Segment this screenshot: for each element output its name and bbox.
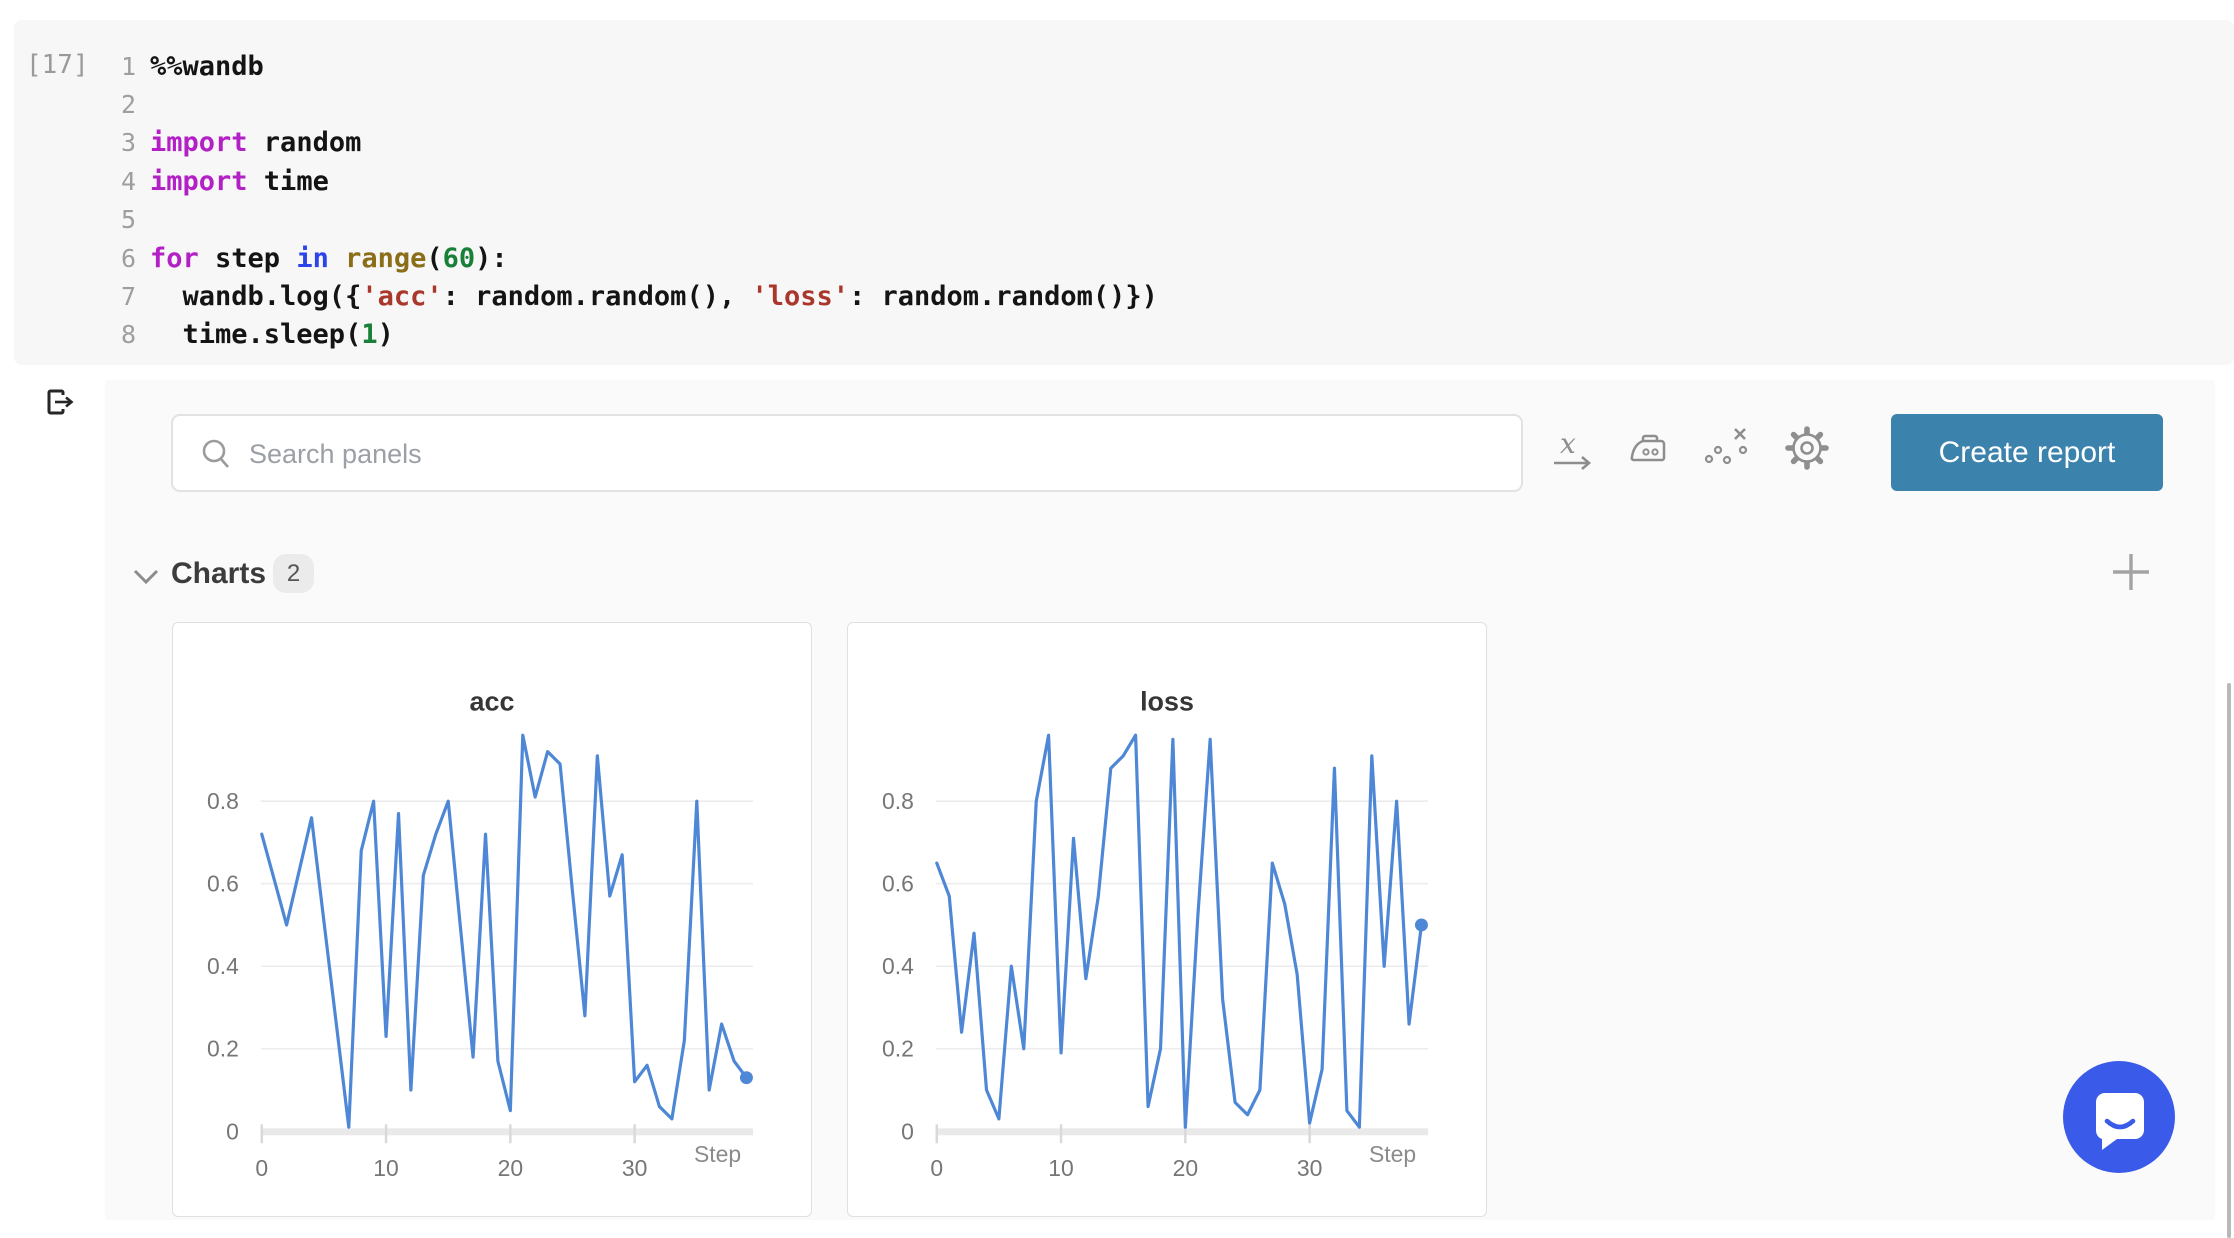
svg-text:loss: loss — [1140, 687, 1194, 717]
svg-text:30: 30 — [622, 1155, 647, 1181]
code-editor[interactable]: 1 %%wandb 2 3 import random 4 import time 5 6 for… — [14, 47, 2234, 354]
code-text: time.sleep(1) — [150, 319, 394, 350]
svg-text:0.2: 0.2 — [207, 1036, 239, 1062]
code-line: 3 import random — [14, 124, 2234, 162]
svg-text:x: x — [1560, 427, 1576, 460]
line-number: 2 — [14, 90, 136, 119]
svg-text:20: 20 — [1173, 1155, 1198, 1181]
code-text: import time — [150, 166, 329, 197]
svg-text:0.8: 0.8 — [207, 788, 239, 814]
vertical-scrollbar-thumb[interactable] — [2227, 683, 2231, 1238]
code-text: %%wandb — [150, 51, 264, 82]
chevron-down-icon[interactable] — [131, 566, 161, 586]
code-text: for step in range(60): — [150, 243, 508, 274]
chart-loss-canvas: 0 0.2 0.4 0.6 0.8 0 10 20 30 Step loss — [848, 623, 1486, 1216]
code-line: 7 wandb.log({'acc': random.random(), 'lo… — [14, 277, 2234, 315]
svg-text:30: 30 — [1297, 1155, 1322, 1181]
code-line: 4 import time — [14, 162, 2234, 200]
add-panel-icon[interactable] — [2109, 550, 2153, 594]
svg-text:10: 10 — [373, 1155, 398, 1181]
search-panels-box[interactable] — [171, 414, 1523, 492]
code-line: 6 for step in range(60): — [14, 239, 2234, 277]
code-line: 5 — [14, 201, 2234, 239]
svg-text:Step: Step — [1369, 1141, 1416, 1167]
svg-text:20: 20 — [498, 1155, 523, 1181]
code-text: wandb.log({'acc': random.random(), 'loss… — [150, 281, 1158, 312]
code-cell[interactable]: [17] 1%%wandb23import random4import time… — [14, 20, 2234, 365]
svg-text:0.8: 0.8 — [882, 788, 914, 814]
search-panels-input[interactable] — [247, 416, 1491, 492]
code-line: 8 time.sleep(1) — [14, 316, 2234, 354]
line-number: 6 — [14, 244, 136, 273]
svg-text:0.4: 0.4 — [882, 953, 914, 979]
chat-bubble-icon — [2063, 1061, 2175, 1173]
line-number: 8 — [14, 320, 136, 349]
svg-text:0.4: 0.4 — [207, 953, 239, 979]
svg-text:0: 0 — [901, 1118, 914, 1144]
line-number: 4 — [14, 167, 136, 196]
chat-bubble-button[interactable] — [2063, 1061, 2175, 1173]
code-line: 1 %%wandb — [14, 47, 2234, 85]
chart-card-loss[interactable]: 0 0.2 0.4 0.6 0.8 0 10 20 30 Step loss — [847, 622, 1487, 1217]
code-line: 2 — [14, 85, 2234, 123]
line-number: 7 — [14, 282, 136, 311]
search-icon — [200, 438, 232, 472]
svg-text:0.6: 0.6 — [207, 871, 239, 897]
settings-gear-icon[interactable] — [1783, 424, 1831, 472]
svg-text:0: 0 — [930, 1155, 943, 1181]
charts-count-badge: 2 — [273, 554, 314, 593]
smoothing-iron-icon[interactable] — [1626, 428, 1674, 476]
code-text: import random — [150, 127, 361, 158]
chart-acc-canvas: 0 0.2 0.4 0.6 0.8 0 10 20 30 Step acc — [173, 623, 811, 1216]
charts-section-title: Charts — [171, 557, 266, 591]
notebook-screen: [17] 1%%wandb23import random4import time… — [0, 0, 2234, 1238]
outlier-points-icon[interactable] — [1703, 424, 1751, 472]
line-number: 1 — [14, 52, 136, 81]
svg-text:0.6: 0.6 — [882, 871, 914, 897]
svg-text:0: 0 — [255, 1155, 268, 1181]
create-report-button[interactable]: Create report — [1891, 414, 2163, 491]
wandb-panel: x — [105, 380, 2215, 1220]
chart-card-acc[interactable]: 0 0.2 0.4 0.6 0.8 0 10 20 30 Step acc — [172, 622, 812, 1217]
svg-text:acc: acc — [470, 687, 515, 717]
svg-text:0.2: 0.2 — [882, 1036, 914, 1062]
line-number: 3 — [14, 128, 136, 157]
svg-text:0: 0 — [226, 1118, 239, 1144]
popout-panel-icon[interactable] — [43, 387, 75, 417]
line-number: 5 — [14, 205, 136, 234]
x-axis-settings-icon[interactable]: x — [1548, 424, 1596, 472]
svg-text:10: 10 — [1048, 1155, 1073, 1181]
svg-text:Step: Step — [694, 1141, 741, 1167]
